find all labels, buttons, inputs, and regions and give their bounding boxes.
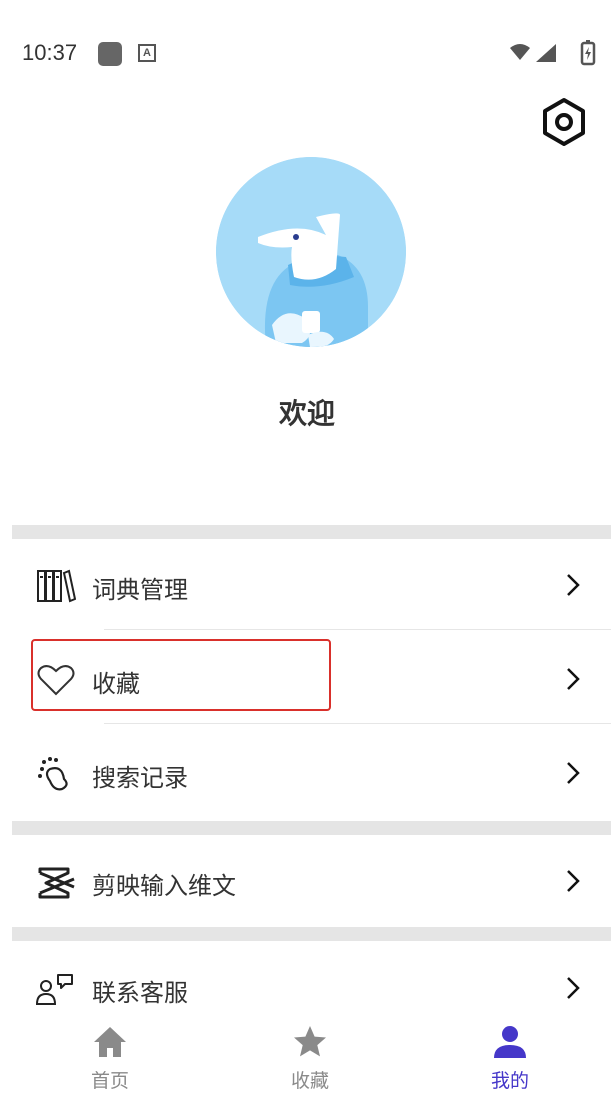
menu-label-capcut: 剪映输入维文 xyxy=(92,872,236,900)
menu-label-support: 联系客服 xyxy=(92,979,188,1007)
nav-label-home: 首页 xyxy=(90,1070,129,1092)
avatar[interactable] xyxy=(216,157,406,347)
chevron-right-icon xyxy=(567,668,580,690)
notification-a-icon: A xyxy=(138,44,156,62)
customer-service-icon xyxy=(36,974,73,1005)
footprint-icon xyxy=(38,757,68,791)
menu-item-history[interactable]: 搜索记录 xyxy=(12,728,611,818)
menu-item-capcut[interactable]: 剪映输入维文 xyxy=(12,836,611,926)
settings-button[interactable] xyxy=(540,96,588,148)
row-separator xyxy=(104,723,611,724)
capcut-logo-icon xyxy=(38,867,75,899)
welcome-text: 欢迎 xyxy=(278,397,335,430)
menu-item-favorites[interactable]: 收藏 xyxy=(12,634,611,724)
status-bar: 10:37 A xyxy=(0,0,614,110)
notification-app-icon xyxy=(98,42,122,66)
star-icon xyxy=(294,1026,326,1057)
section-divider xyxy=(12,821,611,835)
chevron-right-icon xyxy=(567,977,580,999)
section-divider xyxy=(12,525,611,539)
status-time: 10:37 xyxy=(22,40,78,65)
menu-item-dictionary[interactable]: 词典管理 xyxy=(12,540,611,630)
books-icon xyxy=(37,569,76,603)
hexagon-settings-icon xyxy=(543,98,585,146)
row-separator xyxy=(104,629,611,630)
person-icon xyxy=(494,1026,526,1058)
menu-label-dictionary: 词典管理 xyxy=(92,576,188,604)
chevron-right-icon xyxy=(567,574,580,596)
status-indicators-icon xyxy=(510,40,596,66)
section-divider xyxy=(12,927,611,941)
chevron-right-icon xyxy=(567,870,580,892)
menu-label-history: 搜索记录 xyxy=(92,764,188,792)
chevron-right-icon xyxy=(567,762,580,784)
nav-tab-mine[interactable]: 我的 xyxy=(408,1008,612,1112)
heart-outline-icon xyxy=(37,665,75,696)
nav-tab-favorites[interactable]: 收藏 xyxy=(208,1008,412,1112)
bottom-nav: 首页 收藏 我的 xyxy=(0,1008,614,1112)
nav-label-favorites: 收藏 xyxy=(290,1070,329,1092)
home-icon xyxy=(94,1027,126,1057)
nav-tab-home[interactable]: 首页 xyxy=(8,1008,212,1112)
dog-mascot-image xyxy=(216,157,406,347)
nav-label-mine: 我的 xyxy=(490,1070,529,1092)
menu-label-favorites: 收藏 xyxy=(92,670,140,698)
